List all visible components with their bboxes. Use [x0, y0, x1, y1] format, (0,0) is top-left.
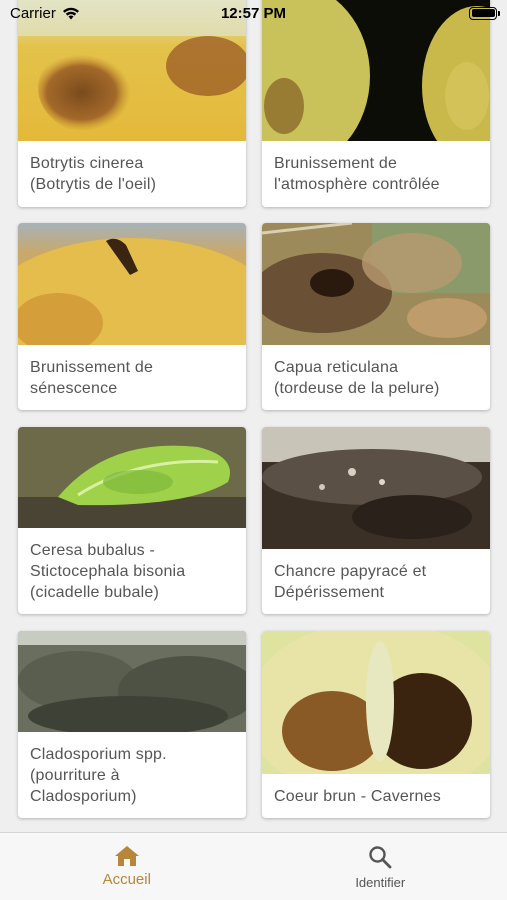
card-title: Coeur brun - Cavernes	[274, 788, 441, 805]
card-brunissement-atmosphere[interactable]: Brunissement de l'atmosphère contrôlée	[262, 0, 490, 207]
card-photo	[262, 427, 490, 549]
card-photo	[18, 223, 246, 345]
tab-identifier[interactable]: Identifier	[254, 833, 507, 900]
card-ceresa-bubalus[interactable]: Ceresa bubalus - Stictocephala bisonia (…	[18, 427, 246, 614]
card-photo	[262, 223, 490, 345]
card-photo	[18, 427, 246, 528]
card-photo	[262, 631, 490, 774]
tab-label-identifier: Identifier	[355, 875, 406, 890]
carrier-label: Carrier	[10, 4, 56, 22]
disease-card-grid: Botrytis cinerea (Botrytis de l'oeil) Br…	[0, 0, 507, 832]
search-icon	[369, 846, 392, 869]
card-title: Botrytis cinerea (Botrytis de l'oeil)	[30, 155, 157, 193]
tab-accueil[interactable]: Accueil	[0, 833, 254, 900]
card-cladosporium[interactable]: Cladosporium spp. (pourriture à Cladospo…	[18, 631, 246, 818]
card-title: Brunissement de l'atmosphère contrôlée	[274, 155, 440, 193]
wifi-icon	[62, 7, 79, 19]
card-title: Capua reticulana (tordeuse de la pelure)	[274, 359, 440, 397]
card-title: Ceresa bubalus - Stictocephala bisonia (…	[30, 542, 186, 601]
card-chancre-papyrace[interactable]: Chancre papyracé et Dépérissement	[262, 427, 490, 614]
card-title: Chancre papyracé et Dépérissement	[274, 563, 427, 601]
card-botrytis-cinerea[interactable]: Botrytis cinerea (Botrytis de l'oeil)	[18, 0, 246, 207]
home-icon	[114, 846, 139, 866]
card-capua-reticulana[interactable]: Capua reticulana (tordeuse de la pelure)	[262, 223, 490, 410]
card-coeur-brun[interactable]: Coeur brun - Cavernes	[262, 631, 490, 818]
card-brunissement-senescence[interactable]: Brunissement de sénescence	[18, 223, 246, 410]
card-photo	[18, 631, 246, 732]
tab-label-accueil: Accueil	[102, 871, 151, 888]
status-bar: Carrier 12:57 PM	[0, 0, 507, 26]
battery-icon	[469, 6, 500, 20]
card-title: Cladosporium spp. (pourriture à Cladospo…	[30, 746, 167, 805]
card-title: Brunissement de sénescence	[30, 359, 154, 397]
bottom-tab-bar: Accueil Identifier	[0, 832, 507, 900]
